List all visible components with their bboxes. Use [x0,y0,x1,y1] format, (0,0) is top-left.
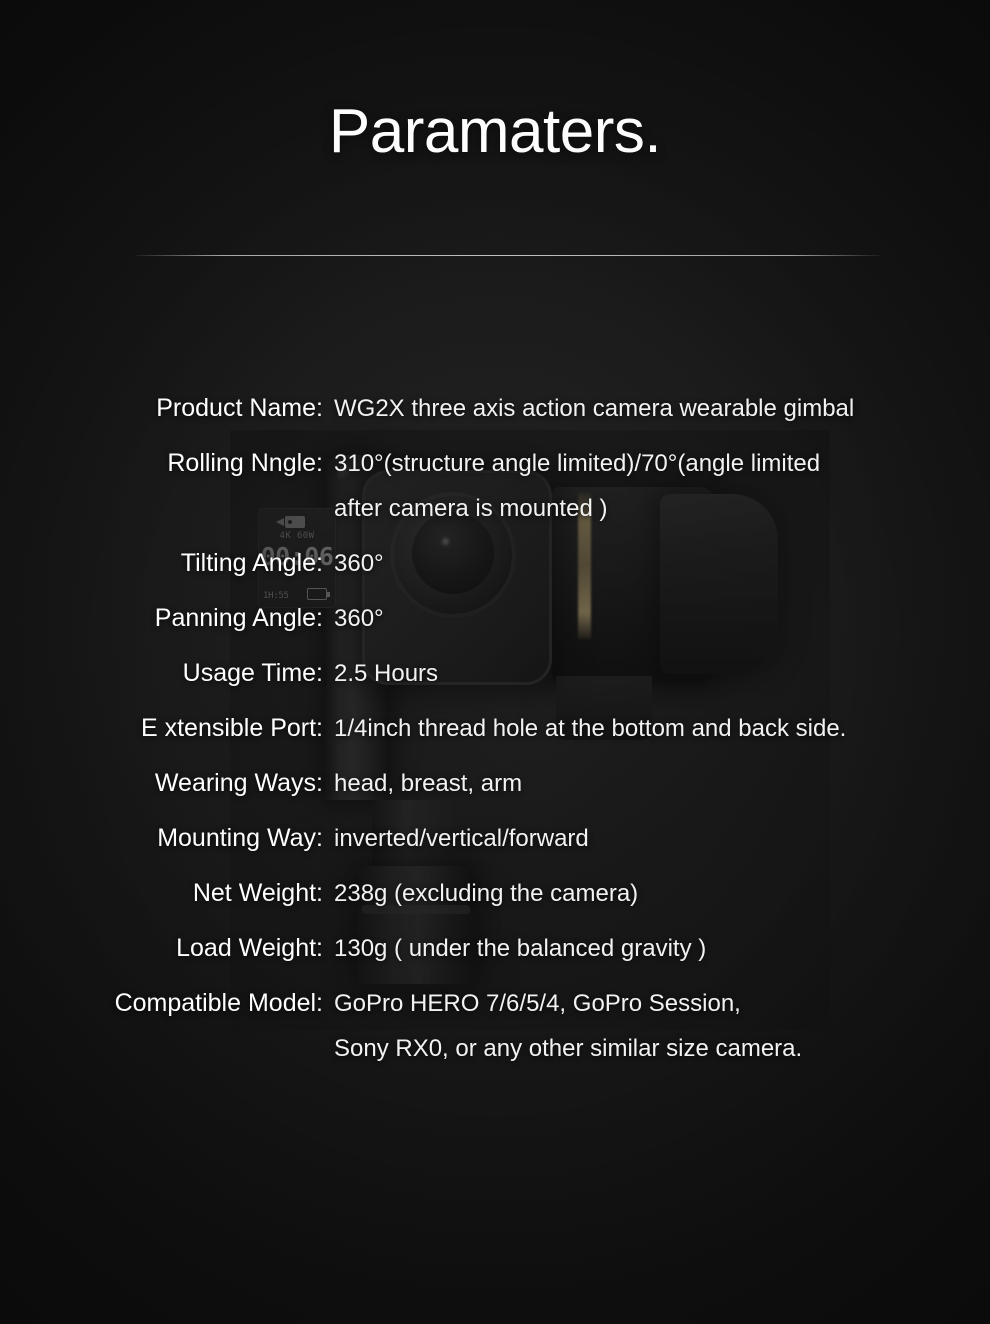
spec-value: 2.5 Hours [334,660,439,687]
spec-value: WG2X three axis action camera wearable g… [334,395,855,422]
spec-row: Net Weight: 238g (excluding the camera) [0,871,990,916]
spec-value: 238g (excluding the camera) [334,880,639,907]
spec-label: Panning Angle: [154,604,323,632]
content-layer: Paramaters. Product Name: WG2X three axis… [0,0,990,1324]
spec-row: E xtensible Port: 1/4inch thread hole at … [0,706,990,751]
spec-label: Net Weight: [192,879,323,907]
spec-label: Rolling Nngle: [167,449,323,477]
spec-row: Compatible Model: GoPro HERO 7/6/5/4, GoP… [0,981,990,1071]
spec-label: Compatible Model: [114,989,323,1017]
spec-value: 1/4inch thread hole at the bottom and ba… [334,715,847,742]
spec-value: 360° [334,550,384,577]
page-title: Paramaters. [328,97,662,166]
spec-value: head, breast, arm [334,770,523,797]
spec-row: Tilting Angle: 360° [0,541,990,586]
spec-row: Product Name: WG2X three axis action came… [0,386,990,431]
spec-label: Wearing Ways: [154,769,323,797]
spec-label: Mounting Way: [157,824,323,852]
page-background: 4K 60W 00:06 1H:55 Paramaters. Product N… [0,0,990,1324]
spec-label: Load Weight: [176,934,323,962]
spec-label: Usage Time: [182,659,323,687]
title-divider [135,255,880,256]
spec-row: Mounting Way: inverted/vertical/forward [0,816,990,861]
spec-value: 130g ( under the balanced gravity ) [334,935,707,962]
spec-label: E xtensible Port: [140,714,323,742]
spec-row: Panning Angle: 360° [0,596,990,641]
spec-label: Tilting Angle: [180,549,323,577]
spec-value: 310°(structure angle limited)/70°(angle … [334,450,821,522]
spec-value: GoPro HERO 7/6/5/4, GoPro Session, Sony … [334,990,803,1062]
spec-label: Product Name: [156,394,323,422]
spec-row: Rolling Nngle: 310°(structure angle limit… [0,441,990,531]
spec-value: inverted/vertical/forward [334,825,589,852]
specifications-table: Product Name: WG2X three axis action came… [0,386,990,1081]
spec-value: 360° [334,605,384,632]
spec-row: Usage Time: 2.5 Hours [0,651,990,696]
spec-row: Load Weight: 130g ( under the balanced gr… [0,926,990,971]
spec-row: Wearing Ways: head, breast, arm [0,761,990,806]
